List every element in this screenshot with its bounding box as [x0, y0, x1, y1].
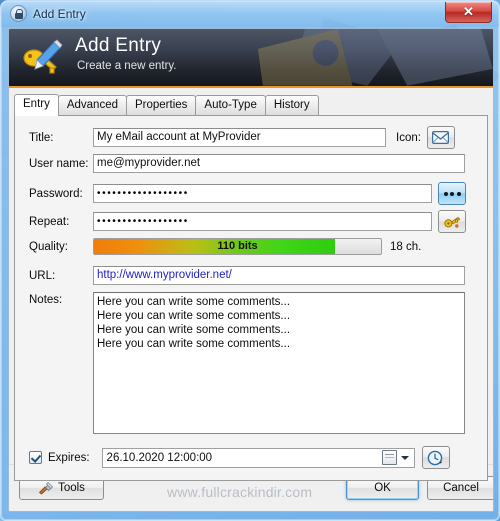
notes-line: Here you can write some comments... [97, 324, 291, 336]
notes-textarea[interactable]: Here you can write some comments... Here… [93, 292, 465, 434]
tab-auto-type[interactable]: Auto-Type [195, 95, 266, 115]
calendar-icon [381, 450, 397, 465]
expires-checkbox[interactable] [29, 451, 42, 464]
icon-picker-button[interactable] [426, 126, 455, 149]
lock-icon [10, 5, 27, 22]
tab-entry[interactable]: Entry [14, 94, 59, 116]
quality-row: Quality: 110 bits 18 ch. [15, 238, 487, 255]
url-input[interactable]: http://www.myprovider.net/ [93, 266, 465, 285]
tools-button-label: Tools [58, 482, 85, 494]
close-button[interactable]: ✕ [445, 2, 492, 23]
expires-preset-button[interactable] [421, 446, 450, 469]
username-input[interactable]: me@myprovider.net [93, 154, 465, 173]
title-row: Title: My eMail account at MyProvider Ic… [15, 126, 487, 149]
cancel-button-label: Cancel [443, 482, 479, 494]
password-quality-bar: 110 bits [93, 238, 382, 255]
url-label: URL: [29, 269, 56, 282]
tools-icon [38, 481, 54, 495]
notes-line: Here you can write some comments... [97, 338, 291, 350]
notes-line: Here you can write some comments... [97, 310, 291, 322]
generate-password-button[interactable] [438, 210, 466, 233]
repeat-label: Repeat: [29, 215, 70, 228]
envelope-icon [432, 131, 450, 144]
quality-label: Quality: [29, 240, 68, 253]
entry-tab-page: Title: My eMail account at MyProvider Ic… [14, 115, 488, 481]
expires-label: Expires: [48, 451, 90, 464]
banner-subtitle: Create a new entry. [77, 60, 177, 72]
three-dots-icon [443, 191, 461, 196]
key-generator-icon [443, 216, 460, 228]
notes-row: Notes: Here you can write some comments.… [15, 292, 487, 434]
tab-strip: Entry Advanced Properties Auto-Type Hist… [14, 94, 493, 116]
title-bar[interactable]: Add Entry ✕ [1, 1, 499, 27]
repeat-input[interactable]: •••••••••••••••••• [93, 212, 432, 231]
expires-date-input[interactable]: 26.10.2020 12:00:00 [101, 447, 415, 468]
close-icon: ✕ [463, 4, 474, 19]
quality-bits-label: 110 bits [217, 240, 258, 252]
password-row: Password: •••••••••••••••••• [15, 182, 487, 205]
url-row: URL: http://www.myprovider.net/ [15, 266, 487, 285]
notes-line: Here you can write some comments... [97, 296, 291, 308]
tab-history[interactable]: History [264, 95, 319, 115]
key-pencil-icon [23, 39, 63, 74]
expires-date-value: 26.10.2020 12:00:00 [106, 451, 213, 464]
tab-advanced[interactable]: Advanced [57, 95, 127, 115]
dialog-client-area: Add Entry Create a new entry. Entry Adva… [8, 28, 494, 512]
password-input[interactable]: •••••••••••••••••• [93, 184, 432, 203]
quality-char-count: 18 ch. [390, 240, 422, 253]
username-label: User name: [29, 157, 89, 170]
password-label: Password: [29, 187, 83, 200]
banner-text-group: Add Entry Create a new entry. [75, 35, 177, 72]
tab-properties[interactable]: Properties [126, 95, 197, 115]
title-label: Title: [29, 131, 54, 144]
username-row: User name: me@myprovider.net [15, 154, 487, 173]
ok-button-label: OK [374, 482, 391, 494]
clock-icon [427, 450, 443, 465]
repeat-row: Repeat: •••••••••••••••••• [15, 210, 487, 233]
title-input[interactable]: My eMail account at MyProvider [93, 128, 386, 147]
banner-title: Add Entry [75, 35, 162, 56]
window-title: Add Entry [33, 6, 86, 21]
icon-label: Icon: [396, 131, 421, 144]
chevron-down-icon [400, 455, 409, 460]
toggle-password-button[interactable] [438, 182, 466, 205]
dialog-banner: Add Entry Create a new entry. [9, 29, 493, 88]
expires-row: Expires: 26.10.2020 12:00:00 [15, 446, 487, 469]
notes-label: Notes: [29, 294, 63, 306]
add-entry-dialog: Add Entry ✕ Add Entry Create a new entry… [0, 0, 500, 521]
